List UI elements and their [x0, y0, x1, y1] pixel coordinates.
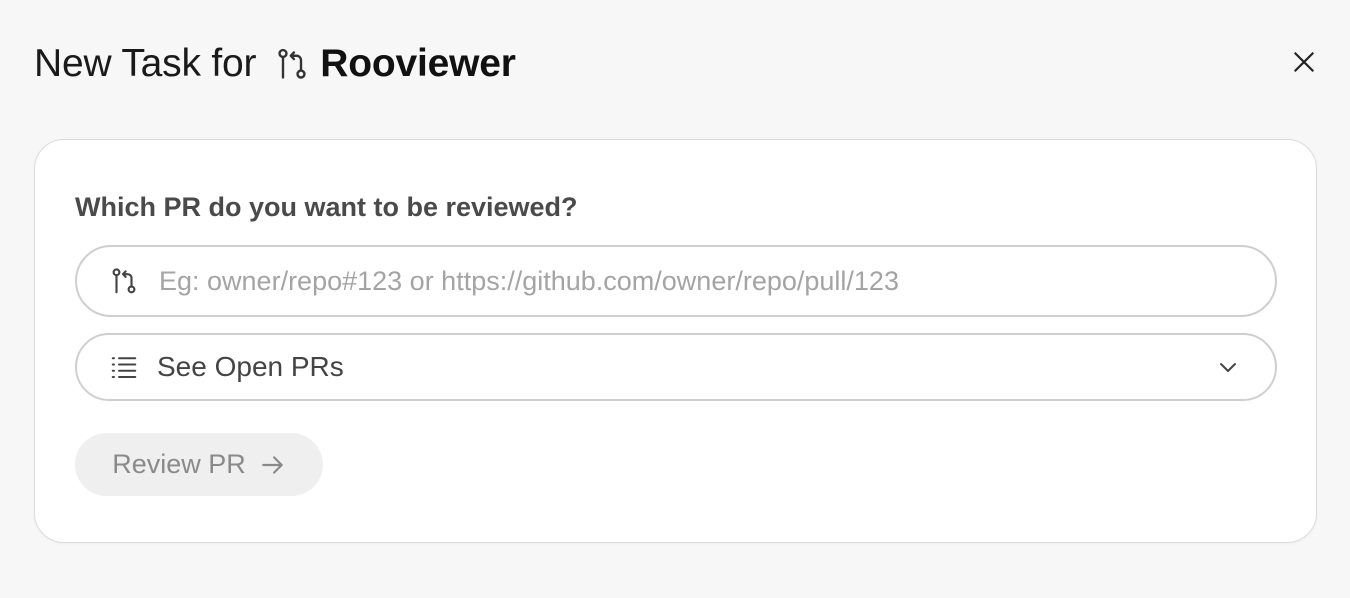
open-prs-select[interactable]: See Open PRs: [75, 333, 1277, 401]
git-pull-request-icon: [274, 46, 310, 82]
new-task-dialog: New Task for Rooviewer Which PR do you w…: [0, 0, 1350, 598]
pr-question-label: Which PR do you want to be reviewed?: [75, 192, 578, 222]
chevron-down-icon: [1215, 354, 1241, 380]
close-button[interactable]: [1286, 44, 1322, 80]
close-icon: [1294, 52, 1314, 72]
git-pull-request-icon: [109, 266, 139, 296]
agent-name: Rooviewer: [320, 42, 516, 85]
dialog-header: New Task for Rooviewer: [34, 36, 516, 92]
open-prs-label: See Open PRs: [157, 351, 344, 382]
pr-url-input[interactable]: [157, 247, 1245, 315]
task-form-card: Which PR do you want to be reviewed? Eg:…: [34, 139, 1317, 543]
pr-input-field[interactable]: [75, 245, 1277, 317]
review-pr-label: Review PR: [112, 449, 246, 479]
arrow-right-icon: [261, 455, 283, 474]
review-pr-button[interactable]: Review PR: [75, 433, 323, 496]
list-icon: [109, 352, 139, 382]
dialog-title-prefix: New Task for: [34, 42, 257, 85]
